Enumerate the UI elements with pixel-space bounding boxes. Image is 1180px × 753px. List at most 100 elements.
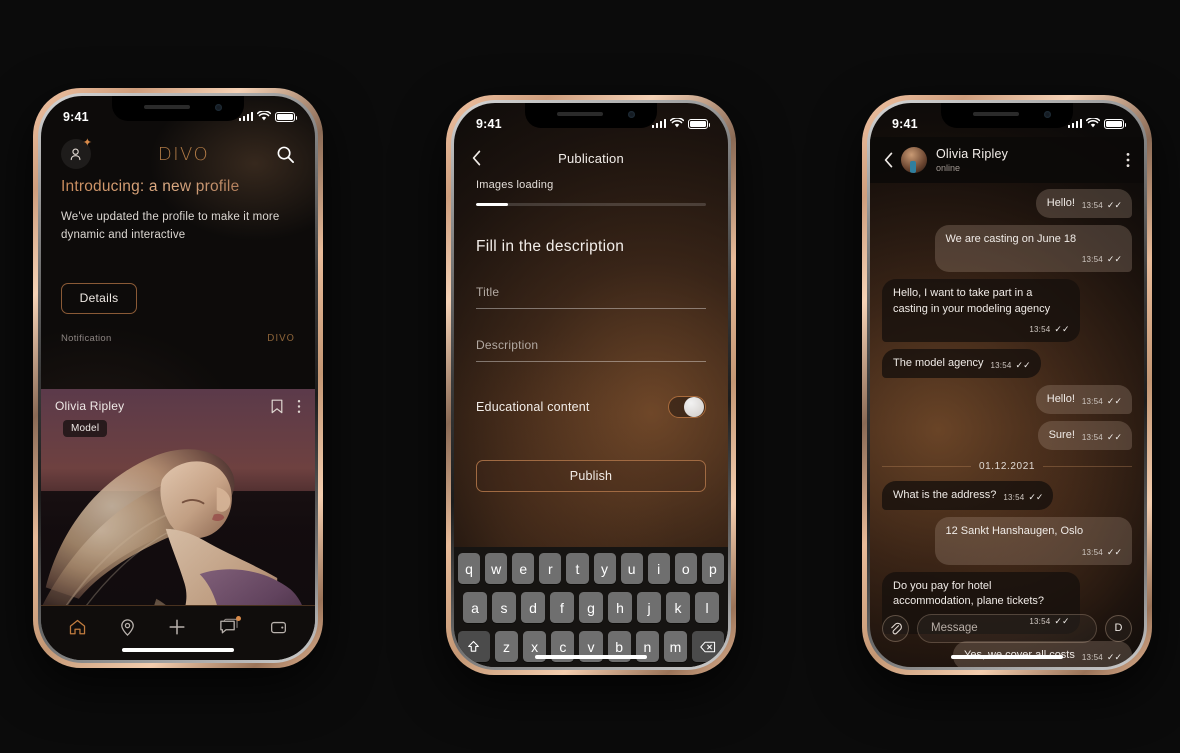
backspace-key[interactable] [692, 631, 724, 662]
message-text: 12 Sankt Hanshaugen, Oslo [945, 525, 1084, 538]
key-d[interactable]: d [521, 592, 545, 623]
battery-icon [1104, 118, 1126, 129]
key-w[interactable]: w [485, 553, 508, 584]
key-h[interactable]: h [608, 592, 632, 623]
tab-messages[interactable] [218, 615, 242, 637]
key-q[interactable]: q [458, 553, 481, 584]
upload-progress-bar [476, 203, 706, 206]
card-title: Olivia Ripley [55, 399, 125, 413]
key-y[interactable]: y [593, 553, 616, 584]
tab-wallet[interactable] [269, 618, 288, 637]
keyboard-row-2: a s d f g h j k l [458, 592, 724, 623]
tab-add[interactable] [167, 617, 187, 637]
key-l[interactable]: l [695, 592, 719, 623]
read-receipt-icon: ✓✓ [1015, 359, 1031, 370]
read-receipt-icon: ✓✓ [1106, 546, 1122, 557]
message-time: 13:54 [1081, 397, 1103, 407]
message-meta: 13:54 ✓✓ [1003, 492, 1043, 503]
key-j[interactable]: j [637, 592, 661, 623]
read-receipt-icon: ✓✓ [1106, 254, 1122, 265]
read-receipt-icon: ✓✓ [1106, 432, 1122, 443]
front-camera [215, 104, 222, 111]
location-pin-icon [121, 618, 134, 636]
message-text: What is the address? [893, 489, 997, 502]
date-separator: 01.12.2021 [882, 461, 1132, 472]
tab-location[interactable] [118, 618, 137, 637]
send-button[interactable]: D [1105, 614, 1132, 642]
message-text: We are casting on June 18 [945, 233, 1077, 246]
chevron-left-icon[interactable] [884, 152, 893, 168]
phone-mockup-chat: 9:41 Olivia Ripley online Hello! 13:54 ✓… [862, 95, 1152, 675]
contact-status: online [936, 163, 961, 174]
key-e[interactable]: e [512, 553, 535, 584]
key-r[interactable]: r [539, 553, 562, 584]
separator-line [1043, 466, 1132, 468]
key-k[interactable]: k [666, 592, 690, 623]
key-u[interactable]: u [620, 553, 643, 584]
publication-navbar: Publication [454, 137, 728, 179]
key-z[interactable]: z [494, 631, 519, 662]
feed-header: ✦ DIVO [41, 130, 315, 178]
message-text: Sure! [1048, 429, 1075, 442]
key-o[interactable]: o [674, 553, 697, 584]
shift-key[interactable] [458, 631, 490, 662]
wifi-icon [670, 118, 684, 128]
front-camera [1044, 111, 1051, 118]
card-header: Olivia Ripley [55, 399, 301, 414]
publish-button[interactable]: Publish [476, 460, 706, 492]
details-button[interactable]: Details [61, 282, 137, 314]
key-p[interactable]: p [701, 553, 724, 584]
promo-headline: Introducing: a new profile [61, 178, 295, 196]
avatar[interactable] [901, 147, 927, 173]
message-meta: 13:54 ✓✓ [991, 360, 1031, 371]
key-s[interactable]: s [492, 592, 516, 623]
search-icon[interactable] [276, 145, 295, 164]
attach-button[interactable] [882, 614, 909, 642]
tab-home[interactable] [68, 618, 87, 637]
description-field[interactable]: Description [476, 338, 706, 362]
message-time: 13:54 [1029, 324, 1051, 334]
message-meta: 13:54 ✓✓ [1082, 254, 1122, 265]
bookmark-icon[interactable] [271, 399, 283, 414]
contact-name: Olivia Ripley [936, 146, 1009, 161]
battery-icon [688, 118, 710, 129]
status-time: 9:41 [892, 116, 918, 131]
phone-bezel: 9:41 [38, 93, 318, 663]
earpiece-speaker [973, 112, 1019, 116]
title-field[interactable]: Title [476, 285, 706, 309]
progress-fill [476, 203, 509, 206]
key-m[interactable]: m [663, 631, 688, 662]
message-list[interactable]: Hello! 13:54 ✓✓ We are casting on June 1… [870, 183, 1144, 667]
educational-content-label: Educational content [476, 400, 590, 414]
more-vertical-icon[interactable] [297, 399, 301, 414]
message-time: 13:54 [1081, 433, 1103, 443]
publication-form: Images loading Fill in the description T… [454, 179, 728, 492]
profile-add-icon[interactable]: ✦ [61, 138, 92, 169]
home-indicator [535, 654, 647, 659]
profile-card[interactable]: Olivia Ripley Model [41, 389, 315, 605]
key-f[interactable]: f [550, 592, 574, 623]
message-bubble: Hello! 13:54 ✓✓ [1035, 384, 1132, 415]
educational-content-toggle[interactable] [668, 396, 706, 418]
key-a[interactable]: a [463, 592, 487, 623]
key-t[interactable]: t [566, 553, 589, 584]
title-underline [476, 308, 706, 309]
phone-mockup-publication: 9:41 Publication Images loading Fill in … [446, 95, 736, 675]
wifi-icon [257, 111, 271, 121]
key-i[interactable]: i [647, 553, 670, 584]
front-camera [628, 111, 635, 118]
wallet-icon [270, 621, 286, 633]
more-vertical-icon[interactable] [1126, 152, 1130, 168]
key-g[interactable]: g [579, 592, 603, 623]
read-receipt-icon: ✓✓ [1054, 323, 1070, 334]
educational-content-row: Educational content [476, 396, 706, 418]
message-time: 13:54 [1081, 255, 1103, 265]
message-meta: 13:54 ✓✓ [1029, 324, 1069, 335]
message-input[interactable]: Message [917, 613, 1097, 643]
chevron-left-icon[interactable] [472, 150, 481, 166]
status-time: 9:41 [476, 116, 502, 131]
plus-icon [169, 619, 186, 635]
keyboard-row-1: q w e r t y u i o p [458, 553, 724, 584]
read-receipt-icon: ✓✓ [1106, 200, 1122, 211]
paperclip-icon [891, 622, 902, 634]
